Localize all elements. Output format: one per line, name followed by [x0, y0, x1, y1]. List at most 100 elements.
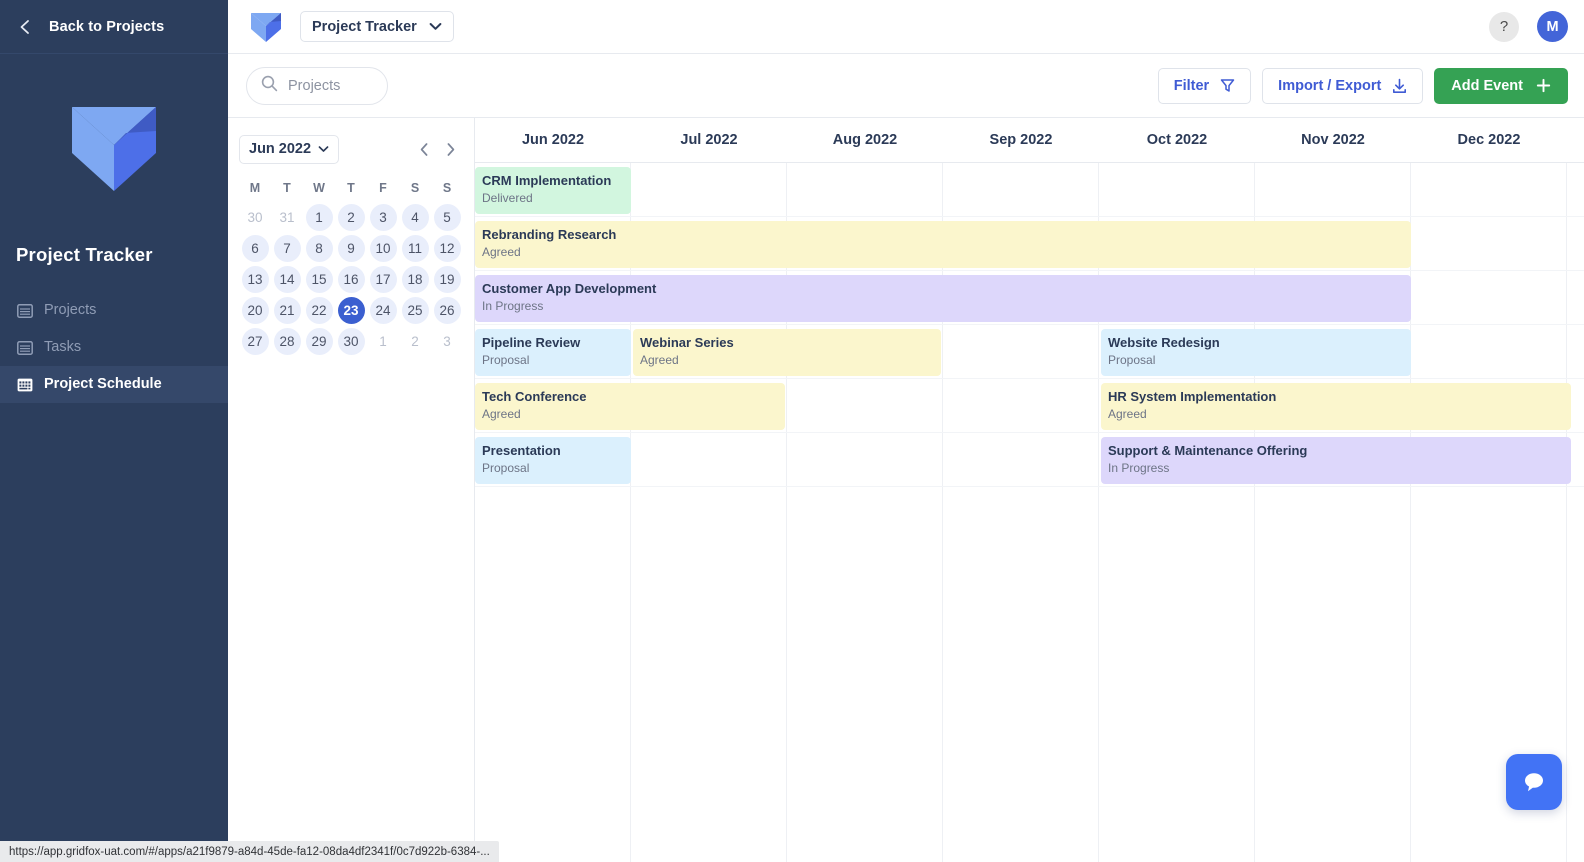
timeline-event[interactable]: Presentation Proposal — [475, 437, 631, 484]
prev-month-button[interactable] — [411, 136, 437, 162]
calendar-day-1[interactable]: 1 — [305, 204, 333, 231]
calendar-day-cell: 12 — [431, 233, 463, 264]
filter-button[interactable]: Filter — [1157, 67, 1252, 104]
chevron-down-icon — [318, 145, 329, 153]
timeline-month-2: Aug 2022 — [832, 132, 898, 148]
calendar-day-11[interactable]: 11 — [401, 235, 429, 262]
app-selector-dropdown[interactable]: Project Tracker — [300, 11, 454, 42]
app-root: Back to Projects Project Tracker Project… — [0, 0, 1584, 862]
calendar-day-21[interactable]: 21 — [273, 297, 301, 324]
calendar-day-29[interactable]: 29 — [305, 328, 333, 355]
event-status: Proposal — [482, 352, 530, 367]
calendar-day-24[interactable]: 24 — [369, 297, 397, 324]
timeline-event[interactable]: Customer App Development In Progress — [475, 275, 1411, 322]
chat-button[interactable] — [1506, 754, 1562, 810]
calendar-day-16[interactable]: 16 — [337, 266, 365, 293]
search-input[interactable] — [288, 77, 373, 94]
plus-icon — [1536, 78, 1551, 93]
calendar-week-row: 20 21 22 23 24 25 26 — [239, 295, 463, 326]
back-to-projects-button[interactable]: Back to Projects — [0, 0, 228, 54]
add-event-button[interactable]: Add Event — [1434, 67, 1568, 104]
user-avatar[interactable]: M — [1537, 11, 1568, 42]
help-button[interactable]: ? — [1489, 11, 1519, 42]
calendar-day-3[interactable]: 3 — [434, 328, 461, 355]
calendar-day-cell: 15 — [303, 264, 335, 295]
calendar-day-31[interactable]: 31 — [274, 204, 301, 231]
calendar-day-cell: 10 — [367, 233, 399, 264]
calendar-day-cell: 3 — [431, 326, 463, 357]
calendar-day-23[interactable]: 23 — [337, 297, 365, 324]
timeline-event[interactable]: Tech Conference Agreed — [475, 383, 785, 430]
actionbar: Filter Import / Export Add Event — [228, 54, 1584, 118]
calendar-day-28[interactable]: 28 — [273, 328, 301, 355]
timeline-event[interactable]: Support & Maintenance Offering In Progres… — [1101, 437, 1571, 484]
calendar-day-10[interactable]: 10 — [369, 235, 397, 262]
calendar-day-30[interactable]: 30 — [337, 328, 365, 355]
calendar-day-5[interactable]: 5 — [433, 204, 461, 231]
calendar-day-cell: 30 — [239, 202, 271, 233]
calendar-week-row: 6 7 8 9 10 11 12 — [239, 233, 463, 264]
calendar-day-17[interactable]: 17 — [369, 266, 397, 293]
event-status: Proposal — [1108, 352, 1156, 367]
calendar-day-1[interactable]: 1 — [370, 328, 397, 355]
sidebar-item-projects[interactable]: Projects — [0, 292, 228, 329]
calendar-day-26[interactable]: 26 — [433, 297, 461, 324]
app-selector-label: Project Tracker — [312, 18, 417, 35]
calendar-day-30[interactable]: 30 — [242, 204, 269, 231]
calendar-day-cell: 6 — [239, 233, 271, 264]
calendar-day-cell: 31 — [271, 202, 303, 233]
month-picker-dropdown[interactable]: Jun 2022 — [239, 134, 340, 164]
calendar-day-2[interactable]: 2 — [337, 204, 365, 231]
calendar-day-13[interactable]: 13 — [241, 266, 269, 293]
calendar-day-4[interactable]: 4 — [401, 204, 429, 231]
event-status: In Progress — [1108, 460, 1170, 475]
import-export-button-label: Import / Export — [1278, 77, 1382, 94]
search-box[interactable] — [246, 66, 388, 105]
calendar-day-19[interactable]: 19 — [433, 266, 461, 293]
timeline-event[interactable]: Pipeline Review Proposal — [475, 329, 631, 376]
import-export-button[interactable]: Import / Export — [1262, 67, 1424, 104]
calendar-day-cell: 21 — [271, 295, 303, 326]
calendar-day-headers: MTWTFSS — [239, 174, 463, 202]
content: Jun 2022 MTWTFSS 30 31 1 2 3 4 5 6 7 8 9 10 11 12 13 14… — [228, 118, 1584, 862]
calendar-day-14[interactable]: 14 — [273, 266, 301, 293]
timeline-event[interactable]: HR System Implementation Agreed — [1101, 383, 1571, 430]
timeline-body: CRM Implementation Delivered Rebranding Re… — [475, 163, 1584, 862]
calendar-day-27[interactable]: 27 — [241, 328, 269, 355]
sidebar-app-title: Project Tracker — [16, 244, 153, 265]
timeline: Jun 2022 Jul 2022 Aug 2022 Sep 2022 Oct 2022… — [475, 118, 1584, 862]
timeline-month-3: Sep 2022 — [989, 132, 1053, 148]
event-status: Agreed — [482, 244, 521, 259]
sidebar-item-project-schedule[interactable]: Project Schedule — [0, 366, 228, 403]
timeline-events: CRM Implementation Delivered Rebranding Re… — [475, 163, 1584, 862]
calendar-day-9[interactable]: 9 — [337, 235, 365, 262]
calendar-day-cell: 3 — [367, 202, 399, 233]
event-title: Pipeline Review — [482, 335, 581, 350]
calendar-day-12[interactable]: 12 — [433, 235, 461, 262]
calendar-day-25[interactable]: 25 — [401, 297, 429, 324]
chat-bubble-icon — [1525, 773, 1543, 792]
calendar-day-8[interactable]: 8 — [305, 235, 333, 262]
sidebar-item-tasks[interactable]: Tasks — [0, 329, 228, 366]
calendar-day-15[interactable]: 15 — [305, 266, 333, 293]
timeline-event[interactable]: Rebranding Research Agreed — [475, 221, 1411, 268]
calendar-day-3[interactable]: 3 — [369, 204, 397, 231]
next-month-button[interactable] — [437, 136, 463, 162]
calendar-day-18[interactable]: 18 — [401, 266, 429, 293]
timeline-event[interactable]: Website Redesign Proposal — [1101, 329, 1411, 376]
calendar-day-cell: 1 — [367, 326, 399, 357]
calendar-day-2[interactable]: 2 — [402, 328, 429, 355]
calendar-day-cell: 2 — [399, 326, 431, 357]
event-title: Customer App Development — [482, 281, 657, 296]
timeline-event[interactable]: CRM Implementation Delivered — [475, 167, 631, 214]
event-title: HR System Implementation — [1108, 389, 1277, 404]
calendar-day-cell: 25 — [399, 295, 431, 326]
calendar-day-7[interactable]: 7 — [273, 235, 301, 262]
main-area: Project Tracker ? M Fi — [228, 0, 1584, 862]
calendar-day-22[interactable]: 22 — [305, 297, 333, 324]
timeline-event[interactable]: Webinar Series Agreed — [633, 329, 941, 376]
calendar-week-row: 30 31 1 2 3 4 5 — [239, 202, 463, 233]
calendar-dow-6: S — [442, 181, 452, 195]
calendar-day-20[interactable]: 20 — [241, 297, 269, 324]
calendar-day-6[interactable]: 6 — [241, 235, 269, 262]
